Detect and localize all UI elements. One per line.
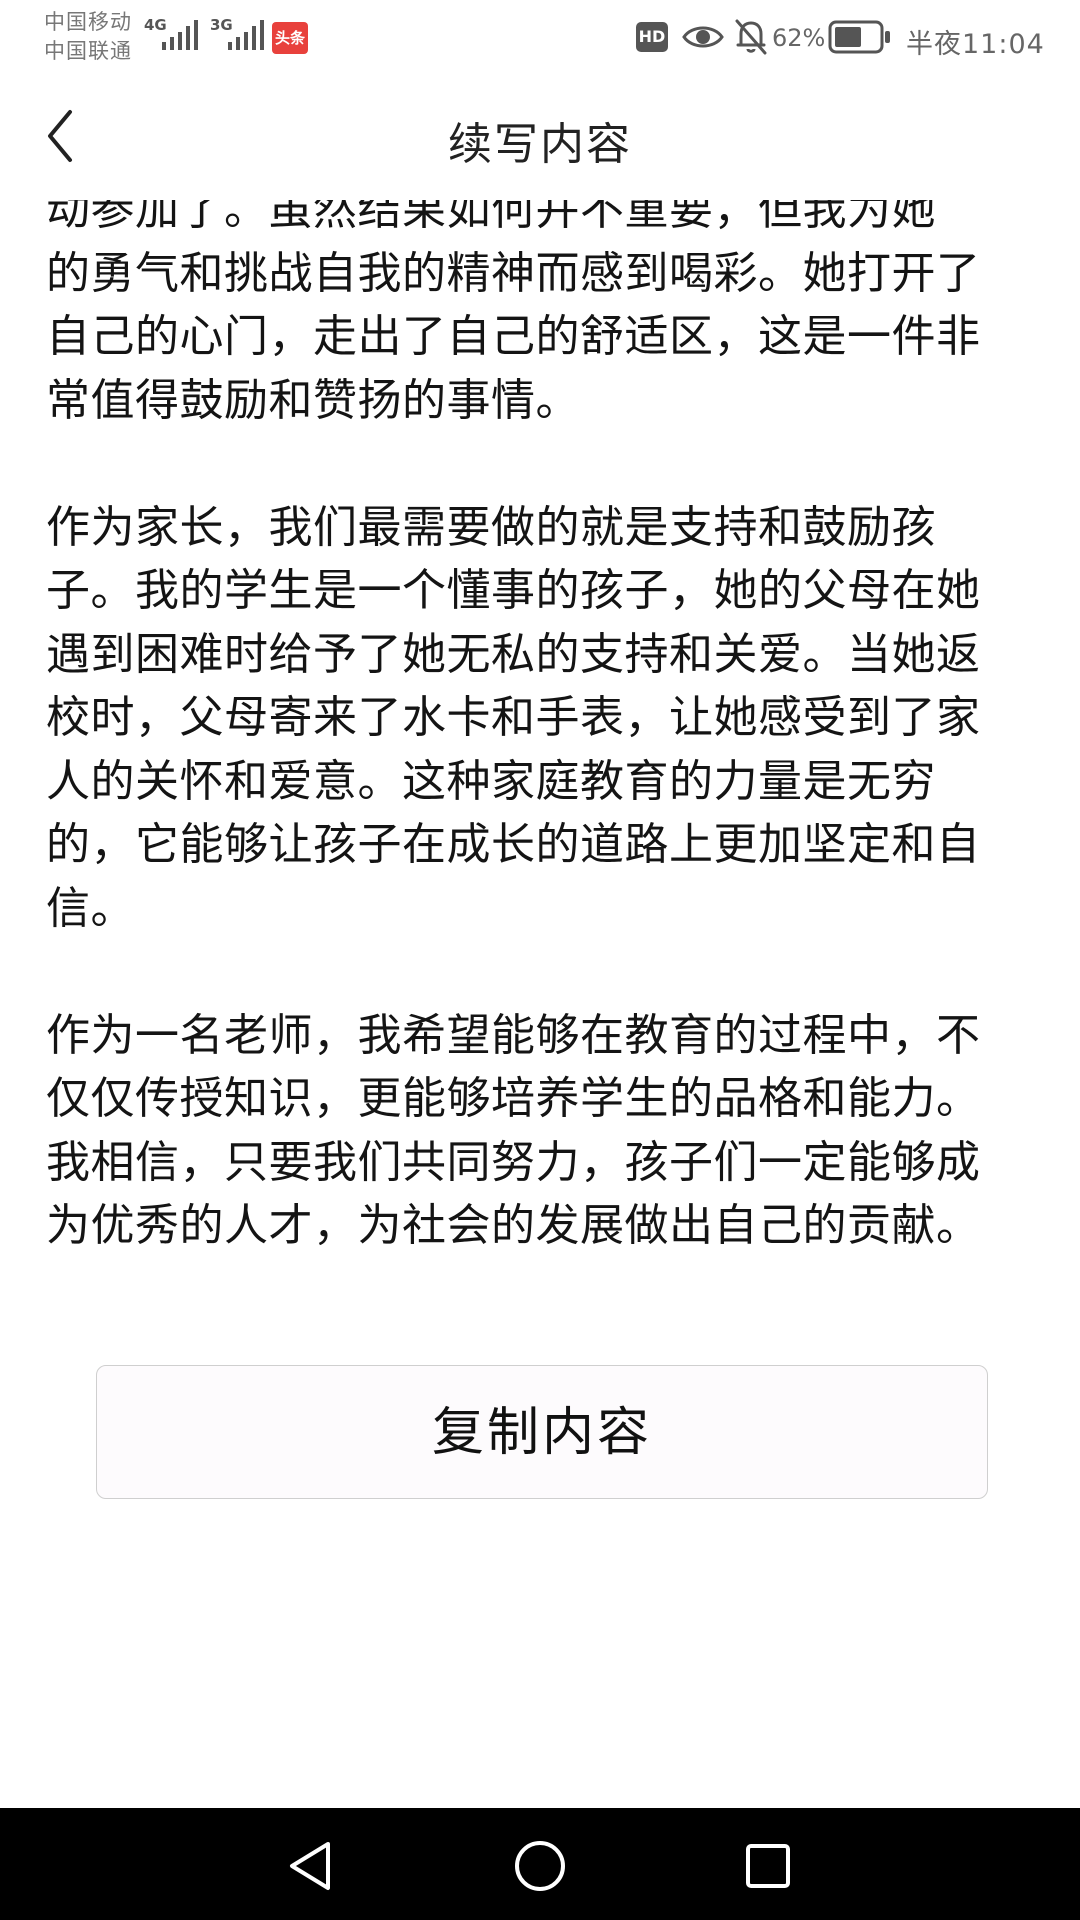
content-scroll-area[interactable]: 动参加了。虽然结果如何并不重要，但我为她 的勇气和挑战自我的精神而感到喝彩。她打…: [0, 200, 1080, 1808]
eye-icon: [682, 26, 724, 48]
carrier-2: 中国联通: [44, 39, 132, 63]
paragraph-3: 作为一名老师，我希望能够在教育的过程中，不仅仅传授知识，更能够培养学生的品格和能…: [46, 1009, 981, 1252]
nav-back-button[interactable]: [280, 1836, 340, 1896]
battery-percent: 62%: [772, 24, 826, 52]
article-text: 动参加了。虽然结果如何并不重要，但我为她 的勇气和挑战自我的精神而感到喝彩。她打…: [46, 200, 1006, 1321]
page-title: 续写内容: [448, 119, 632, 170]
carrier-1: 中国移动: [44, 10, 132, 34]
navigation-bar: [0, 1808, 1080, 1920]
square-recent-icon: [746, 1844, 790, 1888]
copy-content-button[interactable]: 复制内容: [96, 1365, 988, 1499]
circle-home-icon: [515, 1841, 565, 1891]
triangle-back-icon: [290, 1842, 330, 1890]
hd-icon: HD: [636, 22, 668, 52]
paragraph-1-cut-line: 动参加了。虽然结果如何并不重要，但我为她: [46, 200, 936, 235]
signal-bars-icon: [162, 20, 198, 50]
toutiao-app-icon: 头条: [272, 22, 308, 54]
nav-recent-button[interactable]: [738, 1836, 798, 1896]
signal-bars-icon: [228, 20, 264, 50]
phone-screen: 中国移动 中国联通 4G 3G 头条 HD 62% 半夜11:04 续写内容 动…: [0, 0, 1080, 1920]
bell-off-icon: [735, 19, 767, 55]
status-bar: 中国移动 中国联通 4G 3G 头条 HD 62% 半夜11:04: [0, 0, 1080, 80]
status-clock: 半夜11:04: [906, 29, 1045, 60]
title-bar: 续写内容: [0, 80, 1080, 200]
paragraph-1-text: 的勇气和挑战自我的精神而感到喝彩。她打开了自己的心门，走出了自己的舒适区，这是一…: [46, 247, 981, 426]
battery-icon: [828, 20, 890, 54]
paragraph-2: 作为家长，我们最需要做的就是支持和鼓励孩子。我的学生是一个懂事的孩子，她的父母在…: [46, 501, 981, 934]
nav-home-button[interactable]: [510, 1836, 570, 1896]
carrier-names: 中国移动 中国联通: [44, 8, 132, 66]
paragraph-1: 动参加了。虽然结果如何并不重要，但我为她 的勇气和挑战自我的精神而感到喝彩。她打…: [46, 200, 1006, 432]
